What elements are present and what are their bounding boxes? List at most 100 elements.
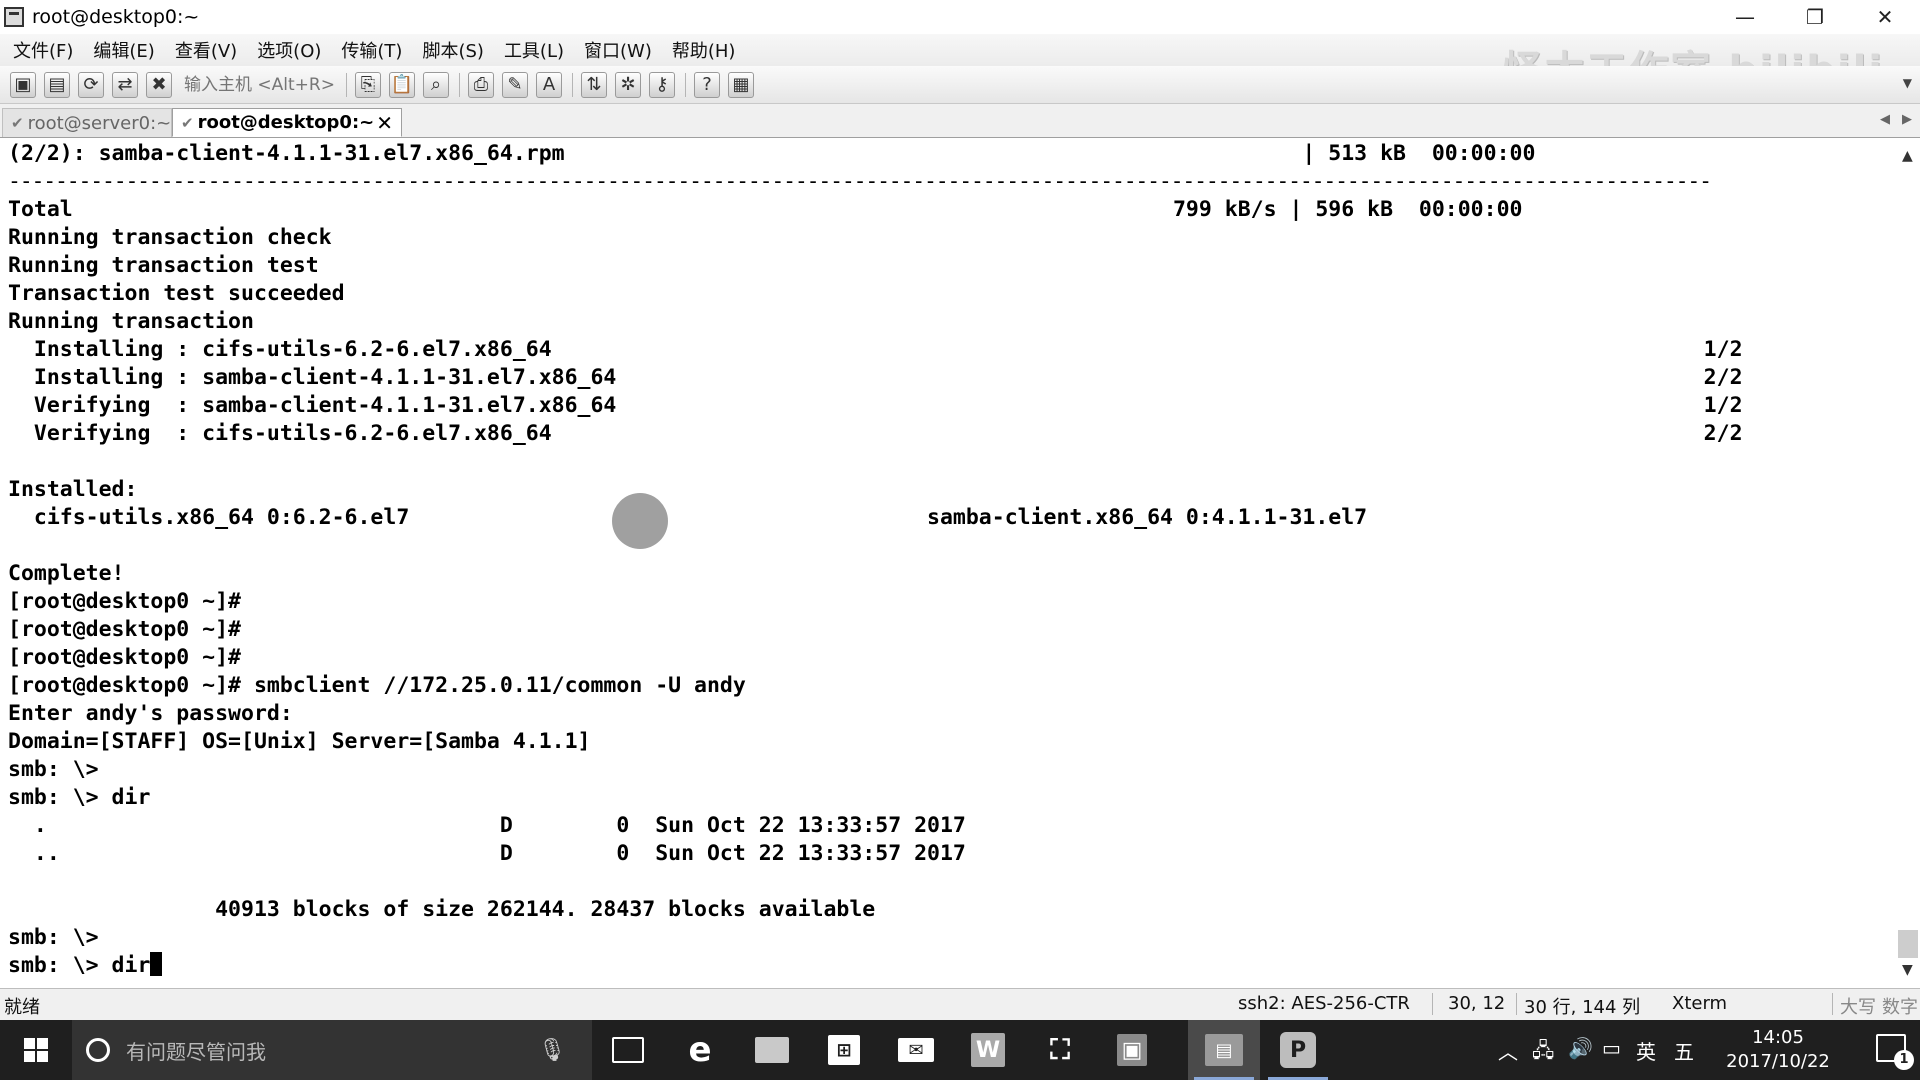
terminal-line: Domain=[STAFF] OS=[Unix] Server=[Samba 4… bbox=[8, 729, 591, 754]
tab-desktop0[interactable]: ✔ root@desktop0:~ ✕ bbox=[172, 108, 402, 137]
xshell-app-icon[interactable] bbox=[4, 7, 24, 27]
menu-file[interactable]: 文件(F) bbox=[10, 35, 76, 65]
battery-icon[interactable]: ▭ bbox=[1602, 1036, 1621, 1060]
script-icon[interactable]: ✲ bbox=[615, 71, 641, 98]
key-icon[interactable]: ⚷ bbox=[649, 71, 675, 98]
cortana-search-box[interactable]: 有问题尽管问我 🎙 bbox=[72, 1020, 592, 1080]
terminal-line: Transaction test succeeded bbox=[8, 281, 345, 306]
tab-close-icon[interactable]: ✕ bbox=[376, 111, 393, 135]
pointer-indicator bbox=[612, 493, 668, 549]
menu-window[interactable]: 窗口(W) bbox=[581, 35, 655, 65]
connect-icon[interactable]: ⇄ bbox=[112, 71, 138, 98]
check-icon: ✔ bbox=[11, 114, 24, 132]
maximize-button[interactable]: ❐ bbox=[1780, 0, 1850, 34]
network-icon[interactable]: 🖧 bbox=[1532, 1036, 1554, 1070]
tab-label: root@server0:~ bbox=[27, 112, 172, 134]
toolbar-overflow-icon[interactable]: ▼ bbox=[1903, 76, 1912, 90]
microphone-icon[interactable]: 🎙 bbox=[538, 1038, 566, 1063]
terminal-line: .. D 0 Sun Oct 22 13:33:57 2017 bbox=[8, 841, 966, 866]
open-session-icon[interactable]: ▤ bbox=[44, 71, 70, 98]
tray-expand-icon[interactable]: ︿ bbox=[1498, 1036, 1518, 1065]
status-terminal-type: Xterm bbox=[1672, 993, 1728, 1014]
tab-prev-icon[interactable]: ◀ bbox=[1880, 112, 1890, 127]
terminal-output[interactable]: (2/2): samba-client-4.1.1-31.el7.x86_64.… bbox=[0, 138, 1896, 988]
minimize-button[interactable]: — bbox=[1710, 0, 1780, 34]
terminal-line: Verifying : cifs-utils-6.2-6.el7.x86_64 … bbox=[8, 421, 1743, 446]
host-input[interactable] bbox=[180, 72, 338, 97]
terminal-line: Running transaction check bbox=[8, 225, 332, 250]
menu-script[interactable]: 脚本(S) bbox=[419, 35, 486, 65]
taskbar-clock[interactable]: 14:05 2017/10/22 bbox=[1718, 1026, 1838, 1074]
taskbar-wps[interactable]: W bbox=[952, 1020, 1024, 1080]
close-button[interactable]: ✕ bbox=[1850, 0, 1920, 34]
status-bar: 就绪 ssh2: AES-256-CTR 30, 12 30 行, 144 列 … bbox=[0, 988, 1920, 1020]
copy-icon[interactable]: ⎘ bbox=[355, 71, 381, 98]
volume-icon[interactable]: 🔊 bbox=[1568, 1036, 1593, 1060]
scroll-thumb[interactable] bbox=[1898, 930, 1918, 958]
terminal-line: Complete! bbox=[8, 561, 125, 586]
windows-logo-icon bbox=[24, 1038, 48, 1062]
taskbar-file-explorer[interactable] bbox=[736, 1020, 808, 1080]
terminal-line: Verifying : samba-client-4.1.1-31.el7.x8… bbox=[8, 393, 1743, 418]
terminal-scrollbar[interactable]: ▲ ▼ bbox=[1896, 138, 1920, 988]
taskbar-store[interactable]: ⊞ bbox=[808, 1020, 880, 1080]
font-icon[interactable]: A bbox=[536, 71, 562, 98]
menu-transfer[interactable]: 传输(T) bbox=[338, 35, 405, 65]
terminal-line: Installed: bbox=[8, 477, 138, 502]
disconnect-icon[interactable]: ✖ bbox=[146, 71, 172, 98]
terminal-prompt-line[interactable]: smb: \> dir bbox=[8, 952, 163, 980]
windows-taskbar: 有问题尽管问我 🎙 e ⊞ ✉ W ⛶ ▣ ▤ P ︿ 🖧 🔊 ▭ 英 五 14… bbox=[0, 1020, 1920, 1080]
scroll-down-icon[interactable]: ▼ bbox=[1902, 962, 1913, 978]
text-cursor bbox=[150, 952, 163, 976]
session-tab-bar: ✔ root@server0:~ ✔ root@desktop0:~ ✕ ◀ ▶ bbox=[0, 104, 1920, 138]
terminal-line: 40913 blocks of size 262144. 28437 block… bbox=[8, 897, 876, 922]
taskbar-network-app[interactable]: ⛶ bbox=[1024, 1020, 1096, 1080]
clock-time: 14:05 bbox=[1752, 1027, 1804, 1048]
menu-tools[interactable]: 工具(L) bbox=[501, 35, 567, 65]
task-view-button[interactable] bbox=[592, 1020, 664, 1080]
tab-navigation: ◀ ▶ bbox=[1880, 112, 1912, 127]
print-icon[interactable]: ⎙ bbox=[468, 71, 494, 98]
terminal-line: . D 0 Sun Oct 22 13:33:57 2017 bbox=[8, 813, 966, 838]
taskbar-mail[interactable]: ✉ bbox=[880, 1020, 952, 1080]
toolbar-separator bbox=[459, 72, 460, 97]
status-divider bbox=[1516, 993, 1517, 1015]
screenshot-icon[interactable]: ▦ bbox=[728, 71, 754, 98]
status-terminal-size: 30 行, 144 列 bbox=[1524, 997, 1641, 1018]
taskbar-xftp[interactable]: P bbox=[1262, 1020, 1334, 1080]
taskbar-xshell[interactable]: ▤ bbox=[1188, 1020, 1260, 1080]
menu-view[interactable]: 查看(V) bbox=[172, 35, 240, 65]
transfer-icon[interactable]: ⇅ bbox=[581, 71, 607, 98]
wps-writer-icon: W bbox=[971, 1033, 1005, 1067]
tab-server0[interactable]: ✔ root@server0:~ bbox=[2, 108, 172, 137]
terminal-line: Installing : samba-client-4.1.1-31.el7.x… bbox=[8, 365, 1743, 390]
compose-icon[interactable]: ✎ bbox=[502, 71, 528, 98]
taskbar-edge[interactable]: e bbox=[664, 1020, 736, 1080]
terminal-line: [root@desktop0 ~]# bbox=[8, 589, 241, 614]
terminal-line: cifs-utils.x86_64 0:6.2-6.el7 samba-clie… bbox=[8, 505, 1368, 530]
toolbar-separator bbox=[685, 72, 686, 97]
paste-icon[interactable]: 📋 bbox=[389, 71, 415, 98]
menu-options[interactable]: 选项(O) bbox=[254, 35, 324, 65]
input-method-mode[interactable]: 五 bbox=[1674, 1036, 1694, 1065]
terminal-line: Running transaction bbox=[8, 309, 254, 334]
store-icon: ⊞ bbox=[828, 1035, 860, 1065]
new-session-icon[interactable]: ▣ bbox=[10, 71, 36, 98]
start-button[interactable] bbox=[0, 1020, 72, 1080]
status-num-lock: 数字 bbox=[1882, 997, 1918, 1018]
find-icon[interactable]: ⌕ bbox=[423, 71, 449, 98]
clock-date: 2017/10/22 bbox=[1726, 1051, 1830, 1072]
menu-edit[interactable]: 编辑(E) bbox=[90, 35, 157, 65]
notification-count: 1 bbox=[1894, 1050, 1914, 1070]
reconnect-icon[interactable]: ⟳ bbox=[78, 71, 104, 98]
window-title: root@desktop0:~ bbox=[32, 6, 200, 28]
taskbar-vmware[interactable]: ▣ bbox=[1096, 1020, 1168, 1080]
help-icon[interactable]: ? bbox=[694, 71, 720, 98]
scroll-up-icon[interactable]: ▲ bbox=[1902, 148, 1913, 164]
toolbar: ▣ ▤ ⟳ ⇄ ✖ ⎘ 📋 ⌕ ⎙ ✎ A ⇅ ✲ ⚷ ? ▦ ▼ bbox=[0, 66, 1920, 104]
status-ready: 就绪 bbox=[4, 997, 40, 1018]
tab-next-icon[interactable]: ▶ bbox=[1902, 112, 1912, 127]
status-divider bbox=[1832, 993, 1833, 1015]
menu-help[interactable]: 帮助(H) bbox=[669, 35, 739, 65]
input-language[interactable]: 英 bbox=[1636, 1036, 1656, 1065]
